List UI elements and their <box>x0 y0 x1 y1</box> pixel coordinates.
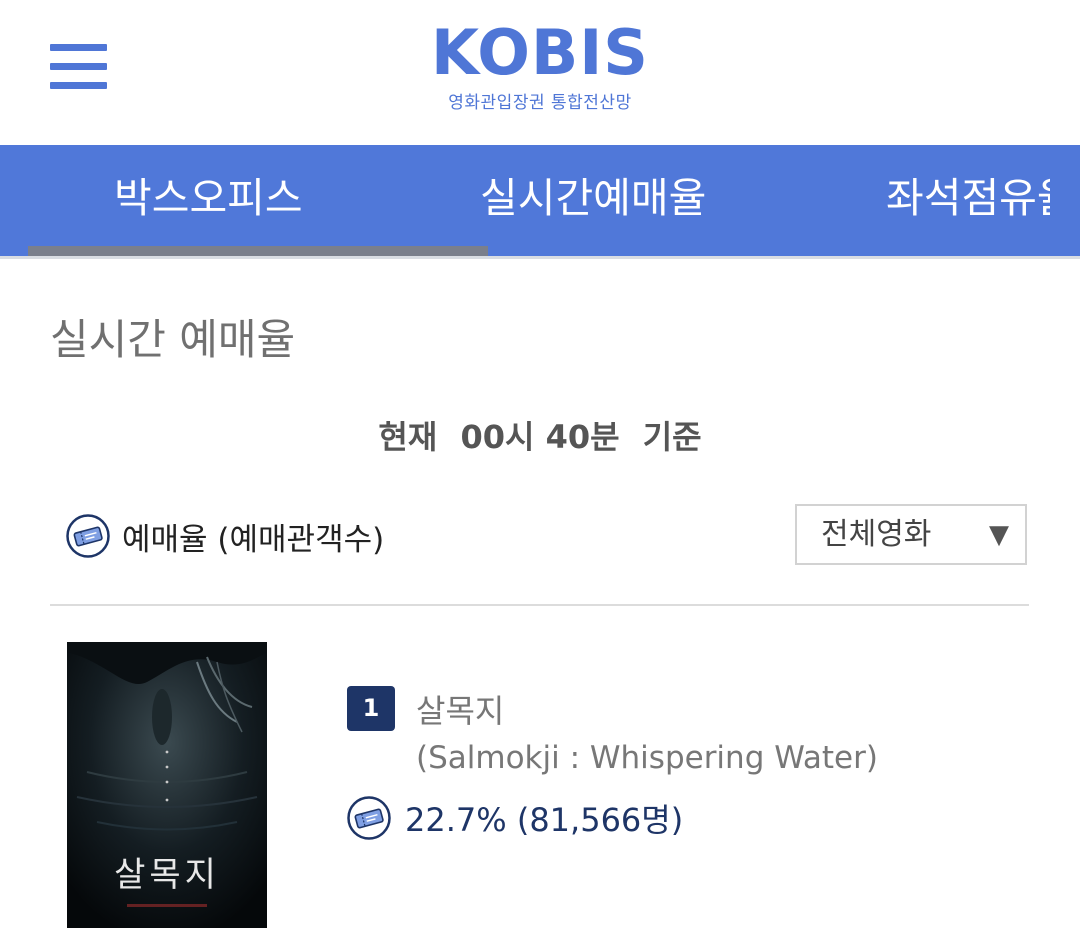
movie-title[interactable]: 살목지 <box>416 686 504 732</box>
tab-seat-occupancy[interactable]: 좌석점유율 <box>886 145 1075 256</box>
reservation-rate-value: 22.7% (81,566명) <box>405 801 684 839</box>
logo-subtitle: 영화관입장권 통합전산망 <box>448 93 632 113</box>
dropdown-arrow-icon: ▼ <box>989 520 1009 550</box>
logo-title: KOBIS <box>431 16 649 89</box>
ticket-icon <box>347 796 391 840</box>
logo[interactable]: KOBIS 영화관입장권 통합전산망 <box>420 16 660 114</box>
active-tab-indicator <box>28 246 488 256</box>
basis-suffix: 기준 <box>642 418 702 456</box>
basis-time: 현재 00시 40분 기준 <box>0 412 1080 458</box>
nav-divider <box>0 256 1080 259</box>
list-divider <box>50 604 1029 606</box>
tab-realtime-reservation[interactable]: 실시간예매율 <box>480 145 706 256</box>
movie-filter-value: 전체영화 <box>821 517 932 552</box>
page-title: 실시간 예매율 <box>50 315 296 364</box>
header: KOBIS 영화관입장권 통합전산망 <box>0 0 1080 145</box>
movie-poster[interactable]: 살목지 <box>67 642 267 928</box>
movie-title-english: (Salmokji : Whispering Water) <box>416 740 878 776</box>
main-nav: 박스오피스 실시간예매율 좌석점유율 <box>0 145 1080 256</box>
legend: 예매율 (예매관객수) <box>66 512 384 560</box>
legend-label: 예매율 (예매관객수) <box>122 521 385 558</box>
tab-boxoffice[interactable]: 박스오피스 <box>114 145 303 256</box>
list-item[interactable]: 살목지 1 살목지 (Salmokji : Whispering Water) … <box>0 640 1080 952</box>
hamburger-menu-icon[interactable] <box>50 44 108 92</box>
rank-badge: 1 <box>347 686 395 731</box>
poster-title-text: 살목지 <box>114 855 220 895</box>
basis-time-value: 00시 40분 <box>460 418 620 456</box>
ticket-icon <box>66 514 110 558</box>
reservation-rate: 22.7% (81,566명) <box>347 795 683 841</box>
movie-filter-select[interactable]: 전체영화 ▼ <box>795 504 1027 565</box>
nav-fade <box>1050 145 1080 256</box>
basis-prefix: 현재 <box>378 418 438 456</box>
